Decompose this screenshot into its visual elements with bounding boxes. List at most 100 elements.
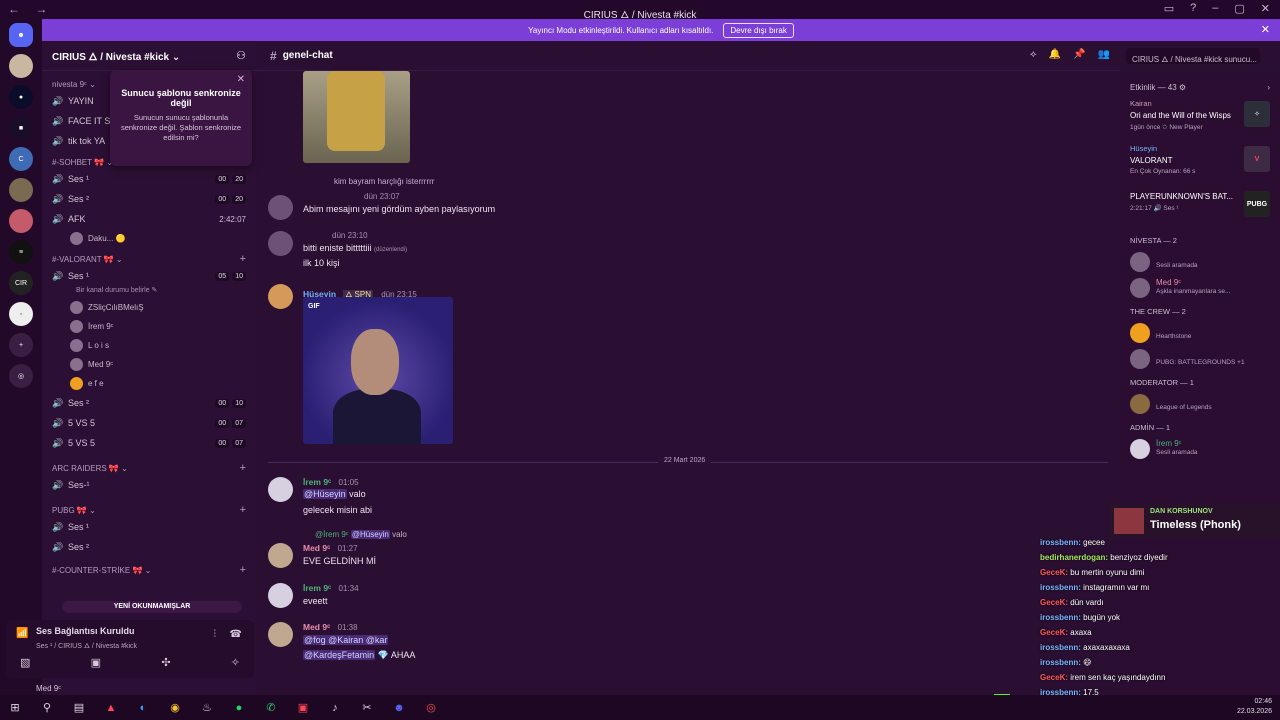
search-icon[interactable]: ⚲	[38, 699, 56, 717]
channel-pubg-ses1[interactable]: 🔊 Ses ¹	[48, 517, 250, 537]
channel-valorant-ses2[interactable]: 🔊 Ses ² 00 10	[48, 393, 250, 413]
discord-app-icon[interactable]: ☻	[390, 699, 408, 717]
pin-icon[interactable]: 📌	[1073, 49, 1085, 60]
kick-chat-username[interactable]: GeceK:	[1040, 673, 1068, 682]
add-server-icon[interactable]: +	[9, 333, 33, 357]
author-name[interactable]: Med 9ᶜ	[303, 622, 330, 632]
kick-chat-username[interactable]: irossbenn:	[1040, 583, 1081, 592]
whatsapp-app-icon[interactable]: ✆	[262, 699, 280, 717]
add-channel-icon[interactable]: +	[240, 462, 246, 474]
activities-icon[interactable]: ✣	[161, 656, 170, 669]
add-channel-icon[interactable]: +	[240, 564, 246, 576]
activity-card[interactable]: Kairan Ori and the Will of the Wisps 1gü…	[1120, 95, 1280, 140]
member-item[interactable]: League of Legends	[1120, 391, 1280, 417]
member-item[interactable]: Hearthstone	[1120, 320, 1280, 346]
noise-suppression-icon[interactable]: ⫶	[214, 629, 217, 640]
add-channel-icon[interactable]: +	[240, 504, 246, 516]
avatar[interactable]	[268, 477, 293, 502]
channel-5vs5[interactable]: 🔊 5 VS 5 00 07	[48, 413, 250, 433]
invite-icon[interactable]: ⚇	[236, 49, 246, 62]
category-valorant[interactable]: #-VALORANT 🎀 ⌄ +	[48, 252, 250, 266]
popup-close-icon[interactable]: ✕	[237, 74, 245, 85]
channel-pubg-ses2[interactable]: 🔊 Ses ²	[48, 537, 250, 557]
member-item[interactable]: PUBG: BATTLEGROUNDS +1	[1120, 346, 1280, 372]
obs-app-icon[interactable]: ◎	[422, 699, 440, 717]
server-header[interactable]: CIRIUS 🜂 / Nivesta #kick ⌄ ⚇	[42, 41, 256, 71]
capcut-app-icon[interactable]: ✂	[358, 699, 376, 717]
search-input[interactable]: CIRIUS 🜂 / Nivesta #kick sunucu...	[1126, 48, 1260, 64]
close-window-button[interactable]: ✕	[1261, 2, 1270, 15]
activity-header[interactable]: Etkinlik — 43 ⚙ ›	[1120, 79, 1280, 95]
image-attachment[interactable]	[303, 71, 410, 163]
inbox-icon[interactable]: ▭	[1164, 2, 1174, 15]
threads-icon[interactable]: ⟡	[1030, 49, 1037, 60]
maximize-button[interactable]: ▢	[1234, 2, 1244, 15]
channel-status-line[interactable]: Bir kanal durumu belirle ✎	[48, 286, 250, 298]
channel-5vs5[interactable]: 🔊 5 VS 5 00 07	[48, 433, 250, 453]
server-icon[interactable]: ≡	[9, 240, 33, 264]
category-pubg[interactable]: PUBG 🎀 ⌄ +	[48, 503, 250, 517]
avatar[interactable]	[268, 231, 293, 256]
kick-chat-username[interactable]: irossbenn:	[1040, 658, 1081, 667]
spotify-app-icon[interactable]: ●	[230, 699, 248, 717]
kick-chat-username[interactable]: irossbenn:	[1040, 538, 1081, 547]
avatar[interactable]	[268, 543, 293, 568]
avatar[interactable]	[268, 195, 293, 220]
server-icon[interactable]	[9, 178, 33, 202]
author-name[interactable]: İrem 9ᶜ	[303, 583, 331, 593]
voice-user[interactable]: e f e	[48, 374, 250, 393]
voice-user[interactable]: ZSliçCılıBMelıŞ	[48, 298, 250, 317]
kick-chat-username[interactable]: GeceK:	[1040, 628, 1068, 637]
windows-start-icon[interactable]: ⊞	[6, 699, 24, 717]
riot-app-icon[interactable]: ▣	[294, 699, 312, 717]
kick-chat-username[interactable]: GeceK:	[1040, 568, 1068, 577]
avatar[interactable]	[268, 583, 293, 608]
system-clock[interactable]: 02:46 22.03.2026	[1237, 697, 1272, 717]
avatar[interactable]	[268, 622, 293, 647]
banner-close-icon[interactable]: ✕	[1261, 23, 1270, 36]
channel-arc-ses1[interactable]: 🔊 Ses-¹	[48, 475, 250, 495]
server-icon[interactable]: CIR	[9, 271, 33, 295]
mention[interactable]: @Hüseyin	[303, 489, 347, 499]
mention[interactable]: @KardeşFetamin	[303, 650, 376, 660]
steam-app-icon[interactable]: ♨	[198, 699, 216, 717]
task-view-icon[interactable]: ▤	[70, 699, 88, 717]
new-unreads-pill[interactable]: YENİ OKUNMAMIŞLAR	[62, 601, 242, 613]
channel-afk[interactable]: 🔊 AFK 2:42:07	[48, 209, 250, 229]
server-icon[interactable]	[9, 54, 33, 78]
voice-status-title[interactable]: Ses Bağlantısı Kuruldu	[36, 626, 135, 636]
author-name[interactable]: İrem 9ᶜ	[303, 477, 331, 487]
soundboard-icon[interactable]: ✧	[231, 656, 240, 669]
voice-status-sub[interactable]: Ses ¹ / CIRIUS 🜂 / Nivesta #kick	[36, 638, 137, 652]
server-icon[interactable]: C	[9, 147, 33, 171]
voice-user[interactable]: L o i s	[48, 336, 250, 355]
channel-valorant-ses1[interactable]: 🔊 Ses ¹ 05 10	[48, 266, 250, 286]
voice-user[interactable]: Daku... 🟡	[48, 229, 250, 248]
edge-app-icon[interactable]: ◐	[134, 699, 152, 717]
disable-streamer-mode-button[interactable]: Devre dışı bırak	[723, 22, 794, 38]
tiktok-app-icon[interactable]: ♪	[326, 699, 344, 717]
member-item[interactable]: İrem 9ᶜ Sesli aramada	[1120, 436, 1280, 462]
minimize-button[interactable]: –	[1212, 2, 1218, 15]
members-icon[interactable]: 👥	[1098, 49, 1110, 60]
author-name[interactable]: Med 9ᶜ	[303, 543, 330, 553]
kick-chat-username[interactable]: irossbenn:	[1040, 613, 1081, 622]
camera-off-icon[interactable]: ▧	[20, 656, 30, 669]
activity-card[interactable]: Hüseyin VALORANT En Çok Oynanan: 66 s V	[1120, 140, 1280, 185]
reply-preview[interactable]: @İrem 9ᶜ @Hüseyin valo	[303, 530, 407, 539]
server-icon[interactable]: ◦	[9, 302, 33, 326]
kick-chat-username[interactable]: bedirhanerdogan:	[1040, 553, 1108, 562]
mention[interactable]: @fog @Kairan @kar	[303, 635, 389, 645]
screen-share-icon[interactable]: ▣	[91, 656, 101, 669]
server-icon[interactable]	[9, 209, 33, 233]
category-arc-raiders[interactable]: ARC RAIDERS 🎀 ⌄ +	[48, 461, 250, 475]
activity-card[interactable]: PLAYERUNKNOWN'S BAT... 2:21:17 🔊 Ses ¹ P…	[1120, 185, 1280, 230]
direct-messages-icon[interactable]: ☻	[9, 23, 33, 47]
kick-chat-username[interactable]: GeceK:	[1040, 598, 1068, 607]
channel-ses2[interactable]: 🔊 Ses ² 00 20	[48, 189, 250, 209]
member-item[interactable]: Sesli aramada	[1120, 249, 1280, 275]
chevron-right-icon[interactable]: ›	[1267, 83, 1270, 92]
chrome-app-icon[interactable]: ◉	[166, 699, 184, 717]
gif-attachment[interactable]: GIF	[303, 297, 453, 444]
disconnect-icon[interactable]: ☎	[230, 629, 242, 640]
